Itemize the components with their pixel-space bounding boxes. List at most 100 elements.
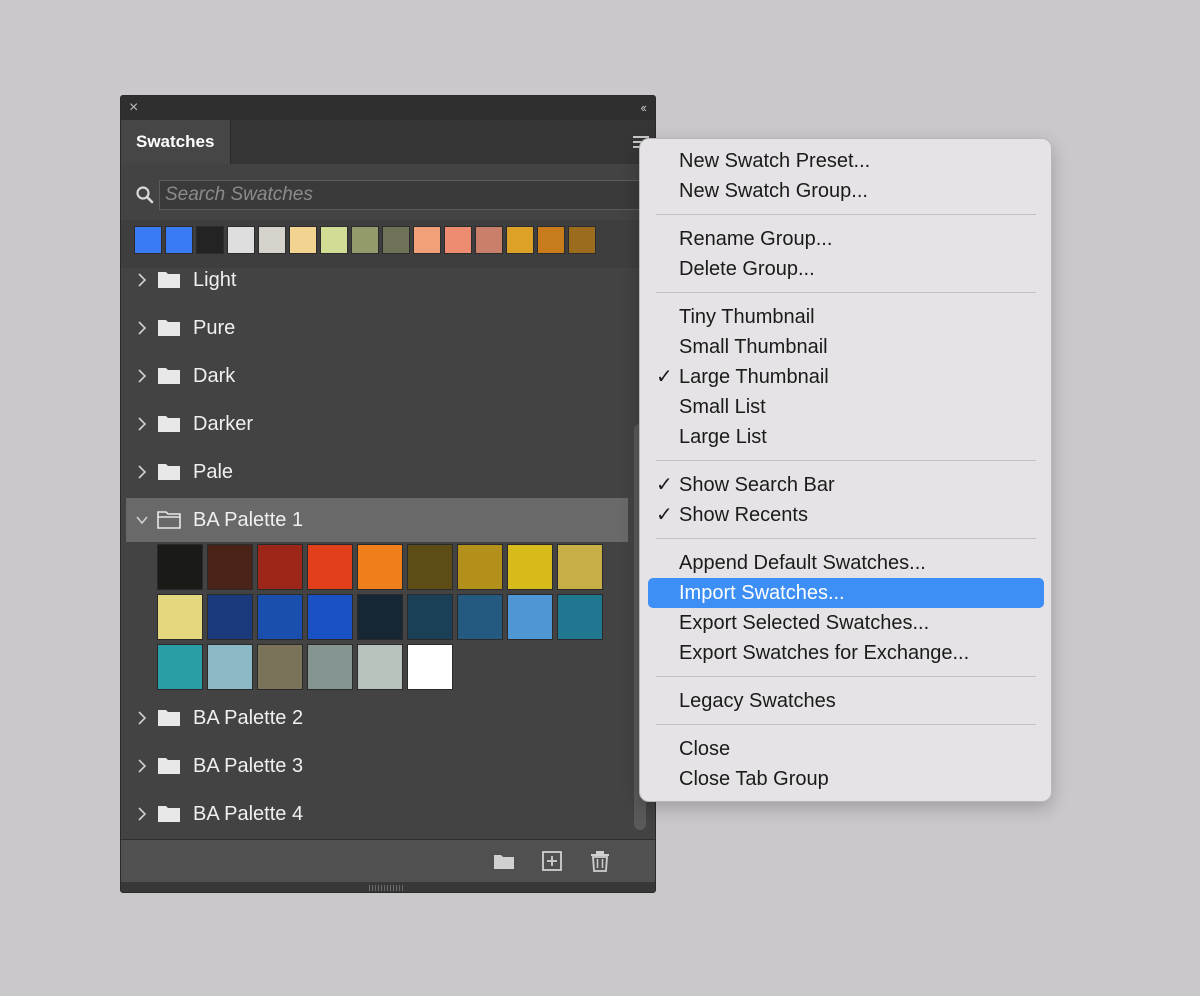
swatch-group-row[interactable]: Pure [126,306,628,354]
swatch[interactable] [157,594,203,640]
swatch-group-list: Light Pure Dark Darker Pale BA Palette 1 BA Pa… [121,268,641,839]
swatch-group-row[interactable]: Light [126,258,628,306]
collapse-icon[interactable]: ‹‹ [640,97,647,119]
swatch[interactable] [357,644,403,690]
panel-footer [121,839,655,882]
menu-item[interactable]: Small List [648,392,1044,422]
swatch-group-row[interactable]: Dark [126,354,628,402]
swatch[interactable] [357,594,403,640]
menu-separator [656,292,1036,293]
recent-swatch[interactable] [382,226,410,254]
folder-icon [158,272,180,288]
chevron-right-icon[interactable] [136,320,148,336]
menu-item[interactable]: Small Thumbnail [648,332,1044,362]
swatch[interactable] [157,644,203,690]
menu-item[interactable]: New Swatch Group... [648,176,1044,206]
menu-item-label: Export Selected Swatches... [679,612,930,634]
recent-swatch[interactable] [196,226,224,254]
menu-item[interactable]: Legacy Swatches [648,686,1044,716]
recent-swatch[interactable] [351,226,379,254]
swatch[interactable] [307,594,353,640]
recent-swatch[interactable] [320,226,348,254]
swatch[interactable] [157,544,203,590]
chevron-right-icon[interactable] [136,464,148,480]
swatch[interactable] [407,644,453,690]
swatch[interactable] [257,644,303,690]
menu-item[interactable]: Rename Group... [648,224,1044,254]
menu-item[interactable]: Append Default Swatches... [648,548,1044,578]
menu-item[interactable]: Large List [648,422,1044,452]
add-swatch-icon[interactable] [539,848,565,874]
swatch[interactable] [557,544,603,590]
swatch-group-row[interactable]: BA Palette 2 [126,696,628,744]
recent-swatch[interactable] [413,226,441,254]
recent-swatch[interactable] [289,226,317,254]
recent-swatch[interactable] [258,226,286,254]
menu-item-label: Append Default Swatches... [679,552,926,574]
recent-swatch[interactable] [537,226,565,254]
resize-grip[interactable] [369,885,405,891]
menu-item[interactable]: Export Swatches for Exchange... [648,638,1044,668]
menu-separator [656,538,1036,539]
recent-swatch[interactable] [165,226,193,254]
swatch[interactable] [257,544,303,590]
menu-item[interactable]: Export Selected Swatches... [648,608,1044,638]
recent-swatch[interactable] [134,226,162,254]
swatch[interactable] [307,544,353,590]
group-label: Light [193,269,237,291]
group-label: BA Palette 4 [193,803,304,825]
swatch-group-row[interactable]: Darker [126,402,628,450]
resize-strip[interactable] [121,882,655,892]
swatch[interactable] [357,544,403,590]
recent-swatch[interactable] [444,226,472,254]
swatch[interactable] [457,594,503,640]
swatch[interactable] [507,544,553,590]
menu-item[interactable]: ✓ Show Search Bar [648,470,1044,500]
swatch[interactable] [207,644,253,690]
group-label: Pure [193,317,236,339]
menu-item[interactable]: ✓ Large Thumbnail [648,362,1044,392]
recent-swatch[interactable] [475,226,503,254]
chevron-right-icon[interactable] [136,710,148,726]
menu-item[interactable]: Close [648,734,1044,764]
chevron-right-icon[interactable] [136,368,148,384]
swatch[interactable] [407,544,453,590]
swatch-group-row[interactable]: BA Palette 1 [126,498,628,542]
menu-item[interactable]: Import Swatches... [648,578,1044,608]
swatch[interactable] [307,644,353,690]
close-icon[interactable]: × [129,97,138,119]
folder-icon[interactable] [491,848,517,874]
chevron-right-icon[interactable] [136,758,148,774]
swatch[interactable] [407,594,453,640]
recent-swatch[interactable] [227,226,255,254]
search-input[interactable] [159,180,655,210]
recent-swatch[interactable] [506,226,534,254]
chevron-right-icon[interactable] [136,416,148,432]
menu-item-label: Large Thumbnail [679,366,829,388]
recent-swatch[interactable] [568,226,596,254]
swatch-group-row[interactable]: Pale [126,450,628,498]
menu-item[interactable]: New Swatch Preset... [648,146,1044,176]
swatch[interactable] [257,594,303,640]
chevron-right-icon[interactable] [136,272,148,288]
swatch-group-row[interactable]: BA Palette 3 [126,744,628,792]
group-label: BA Palette 3 [193,755,304,777]
swatch[interactable] [457,544,503,590]
menu-item[interactable]: Tiny Thumbnail [648,302,1044,332]
chevron-down-icon[interactable] [136,512,148,528]
tab-swatches[interactable]: Swatches [121,120,231,164]
menu-item[interactable]: Delete Group... [648,254,1044,284]
chevron-right-icon[interactable] [136,806,148,822]
swatch-group-row[interactable]: BA Palette 4 [126,792,628,840]
swatch[interactable] [557,594,603,640]
folder-icon [158,368,180,384]
menu-item[interactable]: ✓ Show Recents [648,500,1044,530]
swatch[interactable] [207,544,253,590]
open-folder-icon [157,511,181,529]
swatch[interactable] [207,594,253,640]
menu-item[interactable]: Close Tab Group [648,764,1044,794]
menu-item-label: Close [679,738,731,760]
swatch[interactable] [507,594,553,640]
trash-icon[interactable] [587,848,613,874]
folder-icon [158,464,180,480]
